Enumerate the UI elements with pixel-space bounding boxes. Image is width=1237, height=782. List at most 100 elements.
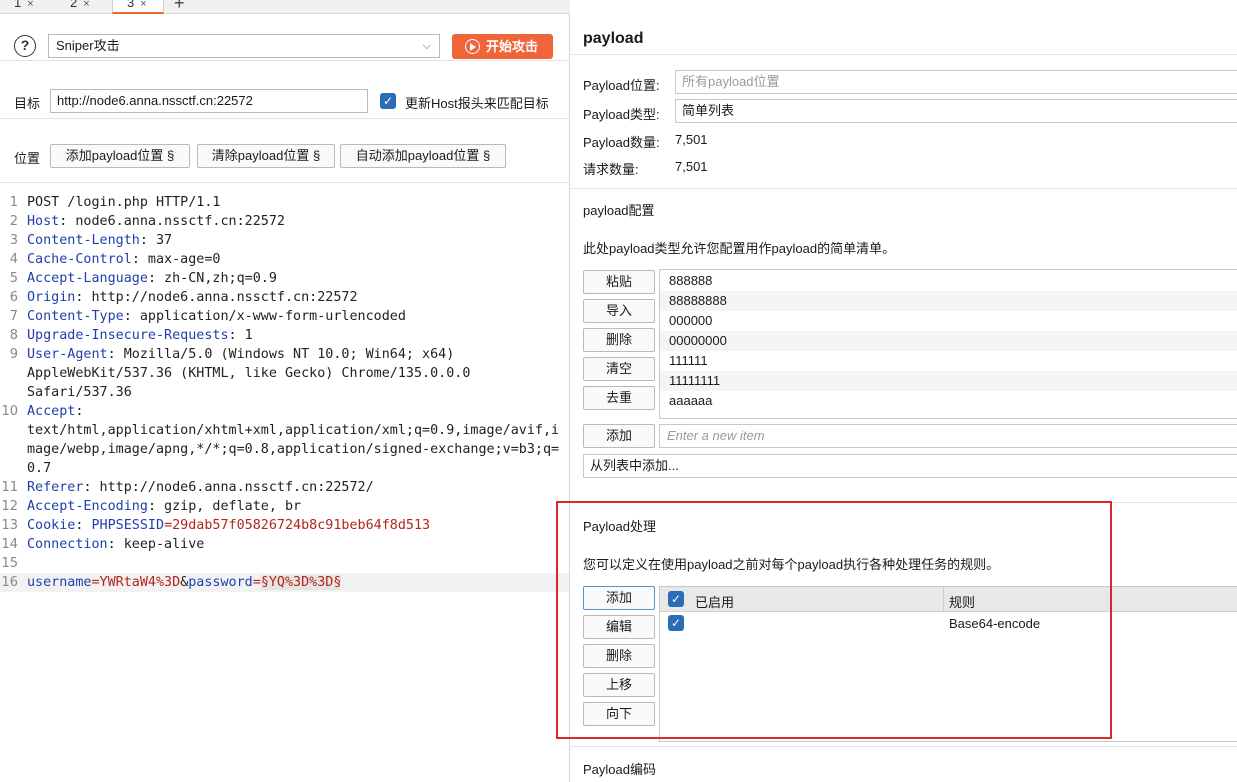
payload-type-select[interactable]: 简单列表 [675, 99, 1237, 123]
attack-type-value: Sniper攻击 [56, 38, 120, 53]
paste-button[interactable]: 粘贴 [583, 270, 655, 294]
close-icon[interactable]: × [27, 0, 33, 10]
enabled-column-header[interactable]: 已启用 [695, 592, 734, 611]
auto-payload-position-button[interactable]: 自动添加payload位置 § [340, 144, 506, 168]
request-text: : keep-alive [107, 537, 205, 552]
request-line[interactable]: 15 [0, 554, 569, 573]
line-code: Content-Length: 37 [27, 231, 172, 250]
request-count-value: 7,501 [675, 159, 708, 174]
line-number: 3 [9, 233, 18, 248]
tab-label: 3 [127, 0, 135, 10]
line-number: 16 [1, 575, 18, 590]
tab-strip: 1 × 2 × 3 × + [0, 0, 570, 14]
list-item[interactable]: 888888 [660, 271, 1237, 291]
tab-1[interactable]: 1 × [0, 0, 52, 14]
attack-type-select[interactable]: Sniper攻击 ⌵ [48, 34, 440, 58]
remove-button[interactable]: 删除 [583, 328, 655, 352]
request-line[interactable]: 1 POST /login.php HTTP/1.1 [0, 193, 569, 212]
target-label: 目标 [14, 96, 41, 111]
target-input[interactable]: http://node6.anna.nssctf.cn:22572 [50, 89, 368, 113]
request-text: : 37 [139, 233, 173, 248]
line-code: Cookie: PHPSESSID=29dab57f05826724b8c91b… [27, 516, 430, 535]
request-line[interactable]: 16 username=YWRtaW4%3D&password=§YQ%3D%3D… [0, 573, 569, 592]
request-line[interactable]: text/html,application/xhtml+xml,applicat… [0, 421, 569, 440]
payload-position-label: Payload位置: [583, 78, 660, 93]
line-code: Connection: keep-alive [27, 535, 204, 554]
request-text: : node6.anna.nssctf.cn:22572 [59, 214, 285, 229]
select-all-checkbox[interactable]: ✓ [668, 591, 684, 607]
request-text: : max-age=0 [131, 252, 221, 267]
close-icon[interactable]: × [140, 0, 146, 10]
add-payload-position-button[interactable]: 添加payload位置 § [50, 144, 190, 168]
remove-rule-button[interactable]: 删除 [583, 644, 655, 668]
add-tab-button[interactable]: + [174, 0, 185, 14]
list-item[interactable]: 88888888 [660, 291, 1237, 311]
list-item[interactable]: 00000000 [660, 331, 1237, 351]
header-name: username [27, 575, 92, 590]
tab-label: 2 [70, 0, 78, 10]
move-up-button[interactable]: 上移 [583, 673, 655, 697]
request-line[interactable]: 6 Origin: http://node6.anna.nssctf.cn:225… [0, 288, 569, 307]
request-line[interactable]: 14 Connection: keep-alive [0, 535, 569, 554]
request-line[interactable]: 13 Cookie: PHPSESSID=29dab57f05826724b8c9… [0, 516, 569, 535]
divider [0, 182, 569, 183]
request-text: : http://node6.anna.nssctf.cn:22572/ [83, 480, 374, 495]
clear-button[interactable]: 清空 [583, 357, 655, 381]
add-from-list-select[interactable]: 从列表中添加... [583, 454, 1237, 478]
request-line[interactable]: Safari/537.36 [0, 383, 569, 402]
header-name: Upgrade-Insecure-Requests [27, 328, 229, 343]
payload-list[interactable]: 888888 88888888 000000 00000000 111111 1… [659, 269, 1237, 419]
request-line[interactable]: 4 Cache-Control: max-age=0 [0, 250, 569, 269]
request-editor[interactable]: 1 POST /login.php HTTP/1.1 2 Host: node6.an… [0, 184, 569, 782]
rule-enabled-checkbox[interactable]: ✓ [668, 615, 684, 631]
payload-count-label: Payload数量: [583, 135, 660, 150]
rule-column-header[interactable]: 规则 [949, 592, 975, 611]
list-item[interactable]: 11111111 [660, 371, 1237, 391]
request-line[interactable]: 5 Accept-Language: zh-CN,zh;q=0.9 [0, 269, 569, 288]
tab-2[interactable]: 2 × [56, 0, 108, 14]
list-item[interactable]: 111111 [660, 351, 1237, 371]
request-line[interactable]: 12 Accept-Encoding: gzip, deflate, br [0, 497, 569, 516]
request-text: POST /login.php HTTP/1.1 [27, 195, 221, 210]
help-icon[interactable]: ? [14, 35, 36, 57]
payload-marker[interactable]: §YQ%3D%3D§ [260, 575, 342, 590]
checkbox-checked-icon[interactable]: ✓ [380, 93, 396, 109]
line-code: 0.7 [27, 459, 51, 478]
header-name: password [188, 575, 253, 590]
add-item-button[interactable]: 添加 [583, 424, 655, 448]
payload-position-select[interactable]: 所有payload位置 [675, 70, 1237, 94]
divider [0, 118, 569, 119]
new-item-input[interactable]: Enter a new item [659, 424, 1237, 448]
close-icon[interactable]: × [83, 0, 89, 10]
divider [571, 502, 1237, 503]
request-line[interactable]: AppleWebKit/537.36 (KHTML, like Gecko) C… [0, 364, 569, 383]
list-item[interactable]: 000000 [660, 311, 1237, 331]
request-line[interactable]: 9 User-Agent: Mozilla/5.0 (Windows NT 10.… [0, 345, 569, 364]
move-down-button[interactable]: 向下 [583, 702, 655, 726]
deduplicate-button[interactable]: 去重 [583, 386, 655, 410]
clear-payload-position-button[interactable]: 清除payload位置 § [197, 144, 335, 168]
tab-3[interactable]: 3 × [112, 0, 164, 14]
line-number: 14 [1, 537, 18, 552]
add-rule-button[interactable]: 添加 [583, 586, 655, 610]
line-number: 2 [9, 214, 18, 229]
divider [0, 60, 569, 61]
positions-panel: ? Sniper攻击 ⌵ 开始攻击 目标 http://node6.anna.n… [0, 14, 570, 782]
request-line[interactable]: 11 Referer: http://node6.anna.nssctf.cn:2… [0, 478, 569, 497]
request-text: AppleWebKit/537.36 (KHTML, like Gecko) C… [27, 366, 471, 381]
request-line[interactable]: 0.7 [0, 459, 569, 478]
request-line[interactable]: 7 Content-Type: application/x-www-form-ur… [0, 307, 569, 326]
payload-processing-description: 您可以定义在使用payload之前对每个payload执行各种处理任务的规则。 [583, 557, 1000, 572]
request-line[interactable]: 10 Accept: [0, 402, 569, 421]
start-attack-button[interactable]: 开始攻击 [452, 34, 553, 59]
line-number: 15 [1, 556, 18, 571]
request-line[interactable]: mage/webp,image/apng,*/*;q=0.8,applicati… [0, 440, 569, 459]
request-line[interactable]: 8 Upgrade-Insecure-Requests: 1 [0, 326, 569, 345]
header-name: PHPSESSID [91, 518, 165, 533]
load-button[interactable]: 导入 [583, 299, 655, 323]
edit-rule-button[interactable]: 编辑 [583, 615, 655, 639]
request-line[interactable]: 2 Host: node6.anna.nssctf.cn:22572 [0, 212, 569, 231]
list-item[interactable]: aaaaaa [660, 391, 1237, 411]
request-line[interactable]: 3 Content-Length: 37 [0, 231, 569, 250]
table-row[interactable]: ✓ Base64-encode [660, 613, 1237, 635]
